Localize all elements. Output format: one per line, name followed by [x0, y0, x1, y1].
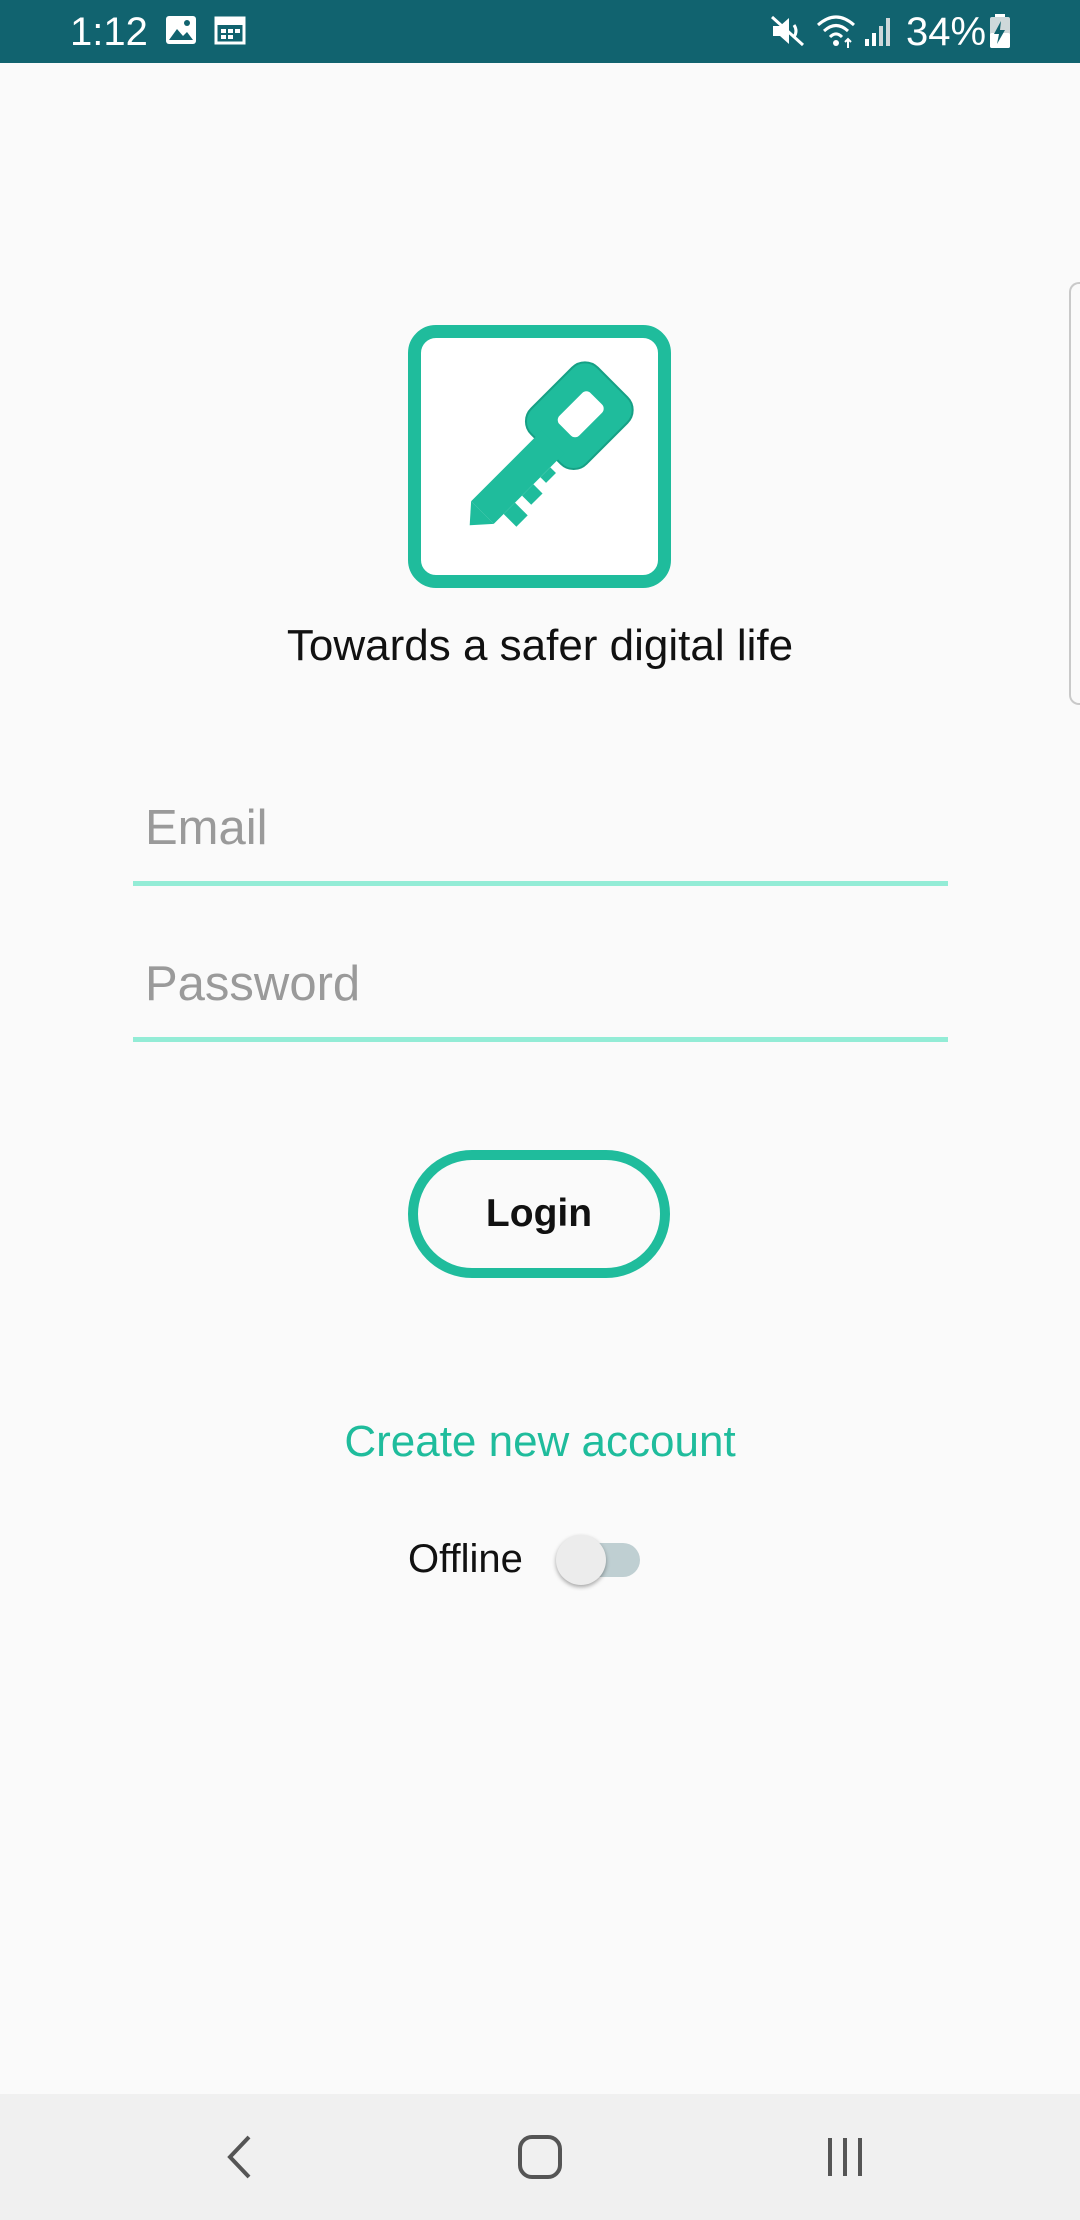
- key-icon: [469, 361, 634, 527]
- offline-label: Offline: [408, 1537, 523, 1581]
- offline-toggle[interactable]: [556, 1535, 646, 1585]
- wifi-icon: [816, 15, 856, 54]
- battery-charging-icon: [988, 13, 1012, 54]
- tagline: Towards a safer digital life: [286, 621, 794, 670]
- navigation-bar: [0, 2094, 1080, 2220]
- recents-button[interactable]: [765, 2094, 925, 2220]
- password-field-container: [133, 932, 948, 1042]
- create-account-link[interactable]: Create new account: [0, 1414, 1080, 1470]
- back-button[interactable]: [160, 2094, 320, 2220]
- signal-icon: [864, 15, 894, 52]
- recents-icon: [828, 2138, 862, 2176]
- back-icon: [227, 2135, 251, 2179]
- status-bar: 1:12 34%: [0, 0, 1080, 63]
- toggle-thumb: [556, 1535, 606, 1585]
- battery-percent: 34%: [906, 10, 987, 54]
- mute-icon: [770, 15, 806, 52]
- status-time: 1:12: [70, 10, 148, 54]
- login-button[interactable]: Login: [408, 1150, 670, 1278]
- home-button[interactable]: [460, 2094, 620, 2220]
- password-field[interactable]: [145, 952, 935, 1016]
- app-logo: [408, 325, 671, 588]
- home-icon: [518, 2135, 562, 2179]
- email-field[interactable]: [145, 796, 935, 860]
- calendar-icon: [214, 15, 246, 50]
- image-icon: [165, 15, 197, 50]
- email-field-container: [133, 776, 948, 886]
